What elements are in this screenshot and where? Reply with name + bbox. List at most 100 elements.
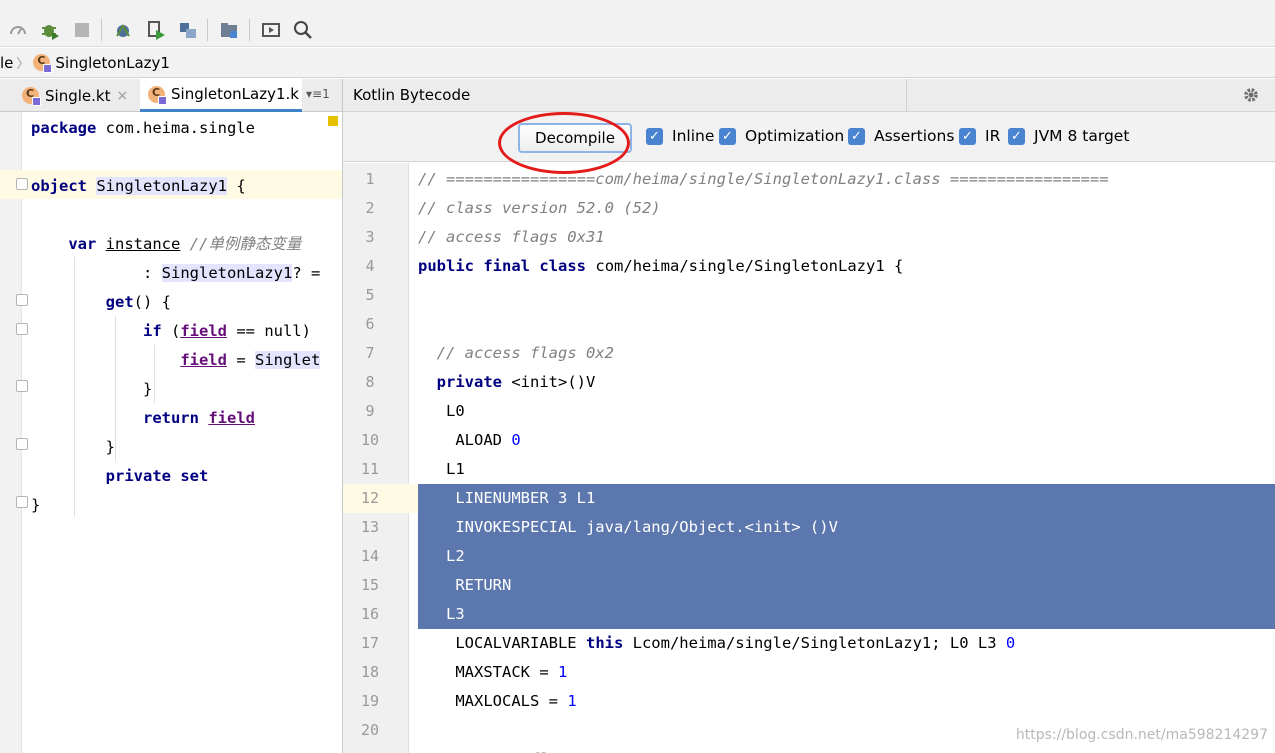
code-line[interactable]: } (31, 491, 40, 520)
kotlin-bytecode-panel: Kotlin Bytecode Decompile ✓ Inline ✓ Opt… (342, 79, 1275, 753)
code-token: //单例静态变量 (189, 235, 302, 253)
attach-debugger-icon[interactable] (113, 20, 133, 40)
code-line[interactable]: L1 (418, 455, 465, 484)
line-number: 2 (365, 199, 375, 217)
code-token: public (418, 257, 474, 275)
code-line[interactable]: MAXSTACK = 1 (418, 658, 567, 687)
code-line[interactable]: private <init>()V (418, 368, 596, 397)
line-number: 11 (360, 460, 380, 478)
code-line[interactable]: MAXLOCALS = 1 (418, 687, 576, 716)
code-token: return (142, 409, 199, 427)
code-line[interactable]: if (field == null) (31, 317, 311, 346)
code-token: var (68, 235, 97, 253)
code-line[interactable]: } (31, 433, 115, 462)
code-line[interactable]: // class version 52.0 (52) (418, 194, 661, 223)
code-line[interactable]: ALOAD 0 (418, 426, 520, 455)
option-inline[interactable]: ✓ Inline (646, 127, 714, 145)
option-label: IR (985, 127, 1001, 145)
line-number: 12 (360, 489, 380, 507)
code-line[interactable]: // access flags 0xA (418, 745, 614, 753)
code-line[interactable]: object SingletonLazy1 { (31, 172, 246, 201)
main-toolbar (0, 0, 1275, 47)
panel-title[interactable]: Kotlin Bytecode (353, 79, 470, 112)
code-token: get (105, 293, 134, 311)
code-line[interactable]: var instance //单例静态变量 (31, 230, 301, 259)
checkbox[interactable]: ✓ (719, 127, 736, 145)
code-line[interactable]: : SingletonLazy1? = (31, 259, 330, 288)
kotlin-source-editor[interactable]: package com.heima.single object Singleton… (0, 112, 342, 753)
gear-icon[interactable] (1242, 86, 1260, 104)
line-number: 19 (360, 692, 380, 710)
line-number: 10 (360, 431, 380, 449)
stop-icon[interactable] (72, 20, 92, 40)
option-ir[interactable]: ✓ IR (959, 127, 1000, 145)
code-line[interactable]: LOCALVARIABLE this Lcom/heima/single/Sin… (418, 629, 1015, 658)
fold-icon[interactable] (16, 323, 28, 335)
code-line[interactable]: get() { (31, 288, 171, 317)
code-line[interactable]: RETURN (418, 571, 511, 600)
code-line[interactable]: // access flags 0x2 (418, 339, 614, 368)
code-token: ? = (292, 264, 330, 282)
kotlin-object-icon (22, 87, 41, 106)
search-icon[interactable] (293, 20, 313, 40)
breadcrumb-file[interactable]: SingletonLazy1 (55, 54, 170, 72)
bytecode-viewer[interactable]: 123456789101112131415161718192021// ====… (343, 163, 1275, 753)
fold-icon[interactable] (16, 178, 28, 190)
tab-overflow-button[interactable]: ▾≡1 (306, 87, 330, 101)
line-number: 16 (360, 605, 380, 623)
kotlin-object-icon (33, 54, 53, 73)
checkbox[interactable]: ✓ (646, 127, 663, 145)
code-token: { (227, 177, 246, 195)
code-line[interactable]: // access flags 0x31 (418, 223, 605, 252)
code-line[interactable]: INVOKESPECIAL java/lang/Object.<init> ()… (418, 513, 838, 542)
debug-bug-icon[interactable] (40, 20, 60, 40)
fold-icon[interactable] (16, 496, 28, 508)
option-optimization[interactable]: ✓ Optimization (719, 127, 844, 145)
code-line[interactable]: L3 (418, 600, 465, 629)
code-line[interactable]: private set (31, 462, 209, 491)
dashboard-icon[interactable] (8, 20, 28, 40)
warning-marker[interactable] (328, 116, 338, 126)
option-jvm8-target[interactable]: ✓ JVM 8 target (1008, 127, 1129, 145)
fold-icon[interactable] (16, 294, 28, 306)
code-token: 0 (1005, 634, 1016, 652)
breadcrumb-module[interactable]: le (0, 54, 13, 72)
checkbox[interactable]: ✓ (1008, 127, 1025, 145)
coverage-icon[interactable] (146, 20, 166, 40)
code-line[interactable]: } (31, 375, 152, 404)
checkbox[interactable]: ✓ (848, 127, 865, 145)
code-line[interactable]: L0 (418, 397, 465, 426)
code-line[interactable]: L2 (418, 542, 465, 571)
code-line[interactable]: public final class com/heima/single/Sing… (418, 252, 903, 281)
option-assertions[interactable]: ✓ Assertions (848, 127, 954, 145)
code-token: // access flags 0x2 (436, 344, 614, 362)
line-number: 4 (365, 257, 375, 275)
close-icon[interactable]: × (116, 88, 128, 104)
code-token: this (585, 634, 624, 652)
code-token: com/heima/single/SingletonLazy1 { (586, 257, 904, 275)
code-token: // ================com/heima/single/Sing… (418, 170, 1109, 188)
code-token: field (180, 322, 227, 340)
fold-icon[interactable] (16, 438, 28, 450)
checkbox[interactable]: ✓ (959, 127, 976, 145)
code-line[interactable]: field = Singlet (31, 346, 321, 375)
code-line[interactable]: package com.heima.single (31, 114, 255, 143)
tab-single-kt[interactable]: Single.kt × (0, 79, 140, 112)
project-structure-icon[interactable] (219, 20, 239, 40)
code-token: private (436, 373, 502, 391)
kotlin-object-icon (148, 85, 167, 105)
code-line[interactable]: // ================com/heima/single/Sing… (418, 165, 1109, 194)
option-label: JVM 8 target (1034, 127, 1130, 145)
code-line[interactable]: return field (31, 404, 255, 433)
build-icon[interactable] (178, 20, 198, 40)
line-number: 17 (360, 634, 380, 652)
run-config-icon[interactable] (261, 20, 281, 40)
fold-icon[interactable] (16, 380, 28, 392)
tab-singletonlazy1[interactable]: SingletonLazy1.k (140, 79, 302, 112)
code-line[interactable]: LINENUMBER 3 L1 (418, 484, 595, 513)
